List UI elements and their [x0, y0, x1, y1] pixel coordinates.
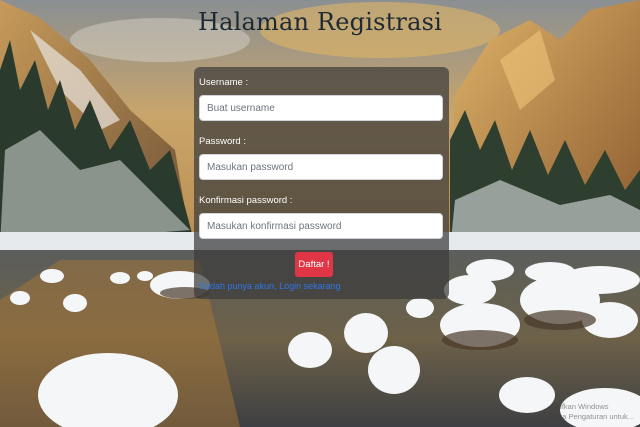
page-title: Halaman Registrasi [197, 8, 443, 36]
watermark-line-2: Buka Pengaturan untuk... [549, 411, 634, 421]
registration-form: Username : Password : Konfirmasi passwor… [194, 67, 449, 299]
register-button[interactable]: Daftar ! [295, 252, 333, 277]
registration-page: Halaman Registrasi Username : Password :… [0, 0, 640, 427]
confirm-password-label: Konfirmasi password : [199, 195, 293, 206]
password-input[interactable] [199, 154, 443, 180]
password-label: Password : [199, 136, 246, 147]
watermark-line-1: Aktifkan Windows [549, 402, 609, 412]
login-link[interactable]: Sudah punya akun, Login sekarang [199, 281, 341, 291]
username-label: Username : [199, 77, 249, 88]
username-input[interactable] [199, 95, 443, 121]
confirm-password-input[interactable] [199, 213, 443, 239]
windows-activation-watermark: Aktifkan Windows Buka Pengaturan untuk..… [549, 402, 634, 421]
